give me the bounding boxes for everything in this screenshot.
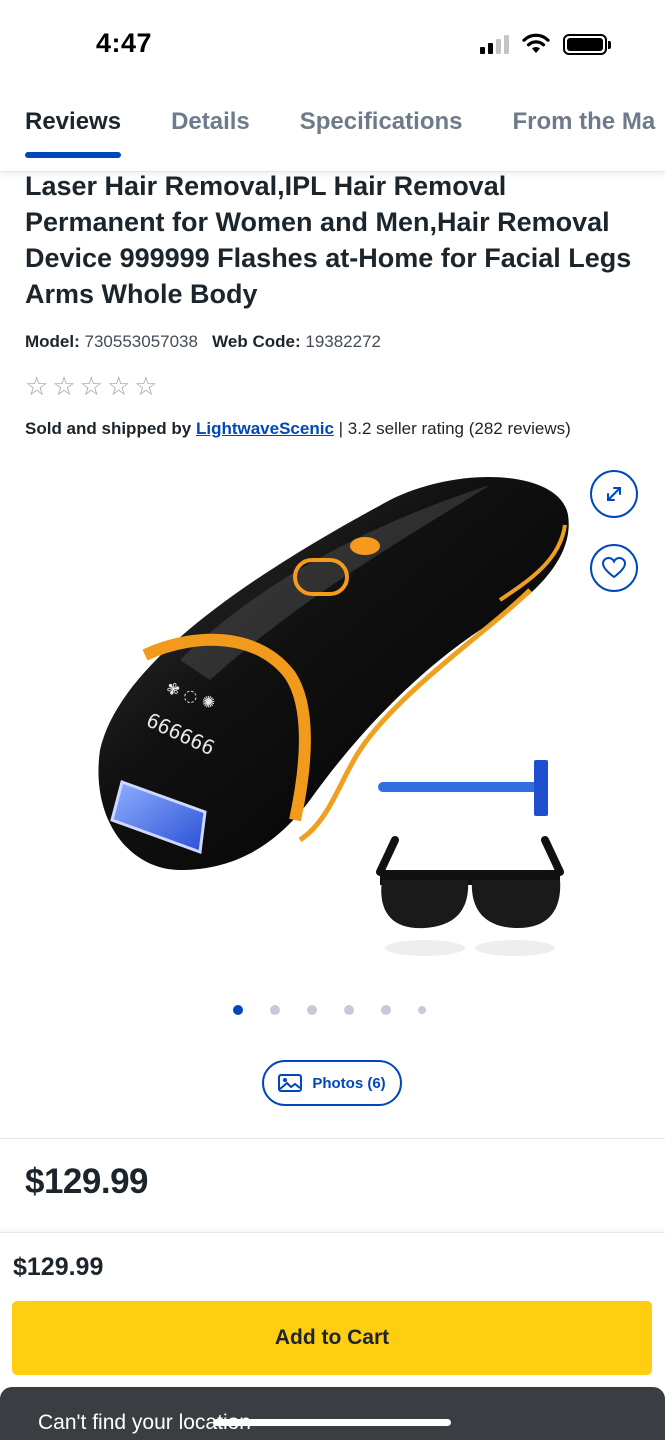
model-label: Model: bbox=[25, 332, 80, 351]
product-price: $129.99 bbox=[25, 1162, 149, 1201]
expand-icon bbox=[607, 487, 621, 501]
carousel-dot[interactable] bbox=[381, 1005, 391, 1015]
model-value: 730553057038 bbox=[84, 332, 198, 351]
photos-label: Photos (6) bbox=[312, 1074, 386, 1092]
sticky-price: $129.99 bbox=[13, 1253, 104, 1281]
cellular-signal-icon bbox=[480, 34, 509, 54]
carousel-dot[interactable] bbox=[233, 1005, 243, 1015]
star-empty-icon: ☆ bbox=[106, 371, 131, 401]
star-empty-icon: ☆ bbox=[134, 371, 158, 401]
carousel-dot[interactable] bbox=[344, 1005, 354, 1015]
photos-button[interactable]: Photos (6) bbox=[262, 1060, 402, 1106]
image-icon bbox=[278, 1074, 303, 1092]
carousel-dot[interactable] bbox=[418, 1006, 426, 1014]
carousel-dot[interactable] bbox=[270, 1005, 280, 1015]
divider bbox=[0, 1138, 665, 1139]
star-empty-icon: ☆ bbox=[52, 371, 76, 401]
sticky-cart-bar: $129.99 Add to Cart Can't find your loca… bbox=[0, 1232, 665, 1440]
product-identifiers: Model: 730553057038 Web Code: 19382272 bbox=[25, 332, 381, 352]
carousel-dot[interactable] bbox=[307, 1005, 317, 1015]
star-empty-icon: ☆ bbox=[25, 371, 49, 401]
expand-image-button[interactable] bbox=[590, 470, 638, 518]
add-to-cart-button[interactable]: Add to Cart bbox=[12, 1301, 652, 1375]
seller-info: Sold and shipped by LightwaveScenic | 3.… bbox=[25, 419, 571, 439]
location-toast[interactable]: Can't find your location bbox=[0, 1387, 665, 1440]
sold-by-label: Sold and shipped by bbox=[25, 419, 192, 438]
status-time: 4:47 bbox=[96, 28, 153, 58]
tab-from-the-manufacturer[interactable]: From the Ma bbox=[512, 98, 655, 158]
razor-head bbox=[534, 760, 548, 816]
save-to-wishlist-button[interactable] bbox=[590, 544, 638, 592]
wifi-icon bbox=[522, 33, 550, 53]
rating-stars[interactable]: ☆ ☆ ☆ ☆ ☆ bbox=[25, 372, 158, 400]
webcode-label: Web Code: bbox=[212, 332, 301, 351]
status-bar: 4:47 bbox=[0, 0, 665, 88]
home-indicator[interactable] bbox=[213, 1419, 451, 1426]
battery-icon bbox=[563, 33, 611, 55]
status-icons bbox=[480, 33, 611, 55]
section-tabs: Reviews Details Specifications From the … bbox=[0, 98, 665, 172]
tab-reviews[interactable]: Reviews bbox=[25, 98, 122, 158]
webcode-value: 19382272 bbox=[305, 332, 381, 351]
seller-link[interactable]: LightwaveScenic bbox=[196, 419, 334, 438]
razor-handle bbox=[378, 782, 538, 792]
tab-specifications[interactable]: Specifications bbox=[300, 98, 463, 158]
star-empty-icon: ☆ bbox=[79, 371, 103, 401]
product-image[interactable]: 666666 ✾ ◌ ✺ bbox=[60, 460, 580, 970]
heart-icon bbox=[602, 557, 626, 579]
seller-rating: | 3.2 seller rating (282 reviews) bbox=[338, 419, 571, 438]
tab-details[interactable]: Details bbox=[171, 98, 250, 158]
product-title: Laser Hair Removal,IPL Hair Removal Perm… bbox=[25, 171, 632, 309]
image-carousel-dots bbox=[233, 1005, 426, 1015]
